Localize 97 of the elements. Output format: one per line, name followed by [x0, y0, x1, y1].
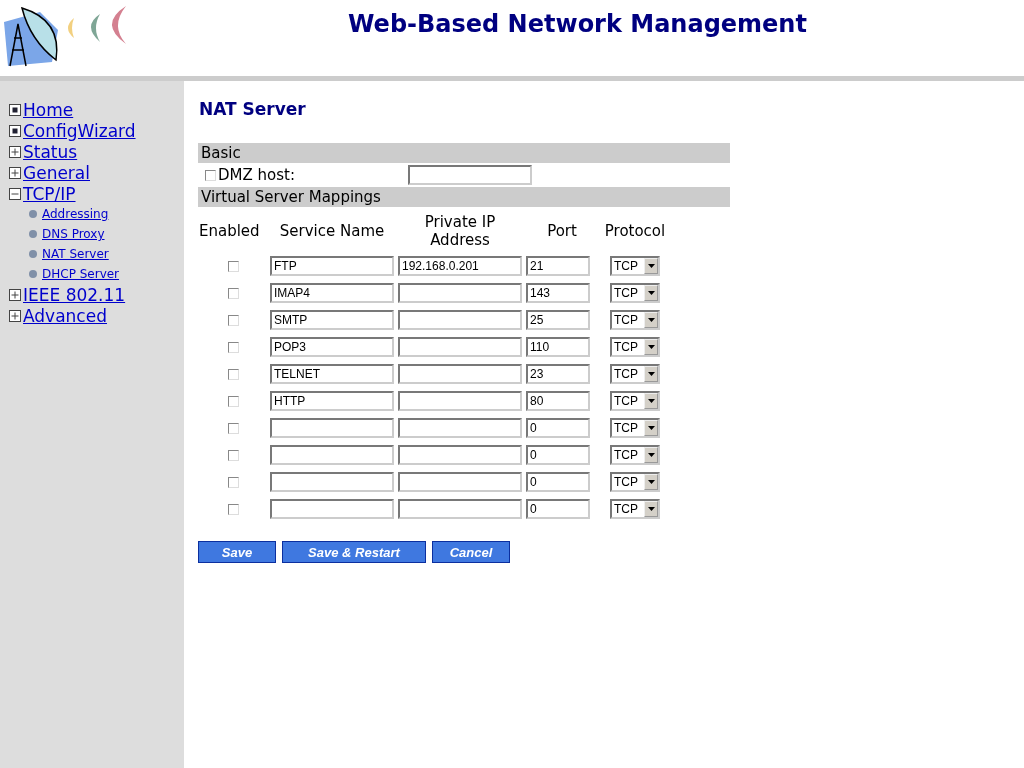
- input-field[interactable]: [398, 445, 522, 465]
- input-field[interactable]: 192.168.0.201: [398, 256, 522, 276]
- checkbox[interactable]: [227, 476, 239, 488]
- caret-icon: [647, 372, 655, 376]
- nav-link[interactable]: Status: [23, 141, 78, 162]
- action-button[interactable]: Save & Restart: [282, 541, 426, 563]
- input-field[interactable]: [270, 499, 394, 519]
- dropdown[interactable]: TCP: [610, 283, 660, 303]
- input-field[interactable]: [270, 445, 394, 465]
- column-header: Enabled: [199, 222, 261, 240]
- input-field[interactable]: [270, 472, 394, 492]
- input-field[interactable]: 25: [526, 310, 590, 330]
- input-field[interactable]: [398, 364, 522, 384]
- checkbox[interactable]: [227, 368, 239, 380]
- caret-icon: [647, 291, 655, 295]
- nav-link[interactable]: Home: [23, 99, 74, 120]
- plus-box-icon[interactable]: [9, 309, 21, 322]
- column-header: Service Name: [278, 222, 386, 240]
- dropdown[interactable]: TCP: [610, 499, 660, 519]
- plus-box-icon[interactable]: [9, 145, 21, 158]
- input-field[interactable]: 110: [526, 337, 590, 357]
- input-field[interactable]: [398, 499, 522, 519]
- dropdown[interactable]: TCP: [610, 310, 660, 330]
- caret-icon: [647, 480, 655, 484]
- input-field[interactable]: IMAP4: [270, 283, 394, 303]
- caret-icon: [647, 318, 655, 322]
- input-field[interactable]: [398, 283, 522, 303]
- input-field[interactable]: [398, 391, 522, 411]
- nav-sublink[interactable]: DNS Proxy: [42, 227, 105, 241]
- input-field[interactable]: [270, 418, 394, 438]
- section-heading: Basic: [198, 143, 730, 163]
- checkbox[interactable]: [227, 422, 239, 434]
- nav-sublink[interactable]: DHCP Server: [42, 267, 120, 281]
- page-title: NAT Server: [199, 99, 307, 119]
- column-header: Protocol: [603, 222, 667, 240]
- input-field[interactable]: [398, 337, 522, 357]
- plus-box-icon[interactable]: [9, 166, 21, 179]
- caret-icon: [647, 426, 655, 430]
- minus-box-icon[interactable]: [9, 187, 21, 200]
- dropdown[interactable]: TCP: [610, 256, 660, 276]
- input-field[interactable]: FTP: [270, 256, 394, 276]
- checkbox[interactable]: [227, 395, 239, 407]
- dropdown[interactable]: TCP: [610, 472, 660, 492]
- caret-icon: [647, 264, 655, 268]
- input-field[interactable]: 143: [526, 283, 590, 303]
- caret-icon: [647, 453, 655, 457]
- input-field[interactable]: 23: [526, 364, 590, 384]
- page-header-title: Web-Based Network Management: [348, 10, 807, 40]
- section-heading: Virtual Server Mappings: [198, 187, 730, 207]
- nav-link[interactable]: Advanced: [23, 305, 107, 326]
- checkbox[interactable]: [227, 503, 239, 515]
- page-bullet-icon[interactable]: [9, 124, 21, 137]
- dropdown[interactable]: TCP: [610, 391, 660, 411]
- field-label: DMZ host:: [218, 166, 296, 184]
- input-field[interactable]: 0: [526, 445, 590, 465]
- column-header: Port: [546, 222, 578, 240]
- input-field[interactable]: 21: [526, 256, 590, 276]
- caret-icon: [647, 345, 655, 349]
- page-bullet-icon[interactable]: [9, 103, 21, 116]
- nav-link[interactable]: TCP/IP: [23, 183, 76, 204]
- nav-sublink[interactable]: NAT Server: [42, 247, 109, 261]
- action-button[interactable]: Save: [198, 541, 276, 563]
- input-field[interactable]: HTTP: [270, 391, 394, 411]
- bullet-icon: [29, 210, 37, 218]
- checkbox[interactable]: [227, 341, 239, 353]
- dropdown[interactable]: TCP: [610, 445, 660, 465]
- dropdown[interactable]: TCP: [610, 418, 660, 438]
- input-field[interactable]: SMTP: [270, 310, 394, 330]
- input-field[interactable]: [398, 472, 522, 492]
- input-field[interactable]: 0: [526, 499, 590, 519]
- nav-link[interactable]: IEEE 802.11: [23, 284, 126, 305]
- nav-link[interactable]: ConfigWizard: [23, 120, 136, 141]
- dropdown[interactable]: TCP: [610, 364, 660, 384]
- checkbox[interactable]: [227, 287, 239, 299]
- nav-link[interactable]: General: [23, 162, 90, 183]
- bullet-icon: [29, 270, 37, 278]
- checkbox[interactable]: [205, 169, 216, 181]
- input-field[interactable]: TELNET: [270, 364, 394, 384]
- action-button[interactable]: Cancel: [432, 541, 510, 563]
- checkbox[interactable]: [227, 449, 239, 461]
- input-field[interactable]: [408, 165, 532, 185]
- caret-icon: [647, 507, 655, 511]
- bullet-icon: [29, 250, 37, 258]
- input-field[interactable]: 0: [526, 418, 590, 438]
- caret-icon: [647, 399, 655, 403]
- dropdown[interactable]: TCP: [610, 337, 660, 357]
- input-field[interactable]: 80: [526, 391, 590, 411]
- bullet-icon: [29, 230, 37, 238]
- checkbox[interactable]: [227, 260, 239, 272]
- plus-box-icon[interactable]: [9, 288, 21, 301]
- input-field[interactable]: POP3: [270, 337, 394, 357]
- input-field[interactable]: 0: [526, 472, 590, 492]
- column-header: Private IP Address: [423, 213, 497, 249]
- input-field[interactable]: [398, 418, 522, 438]
- input-field[interactable]: [398, 310, 522, 330]
- nav-sublink[interactable]: Addressing: [42, 207, 109, 221]
- checkbox[interactable]: [227, 314, 239, 326]
